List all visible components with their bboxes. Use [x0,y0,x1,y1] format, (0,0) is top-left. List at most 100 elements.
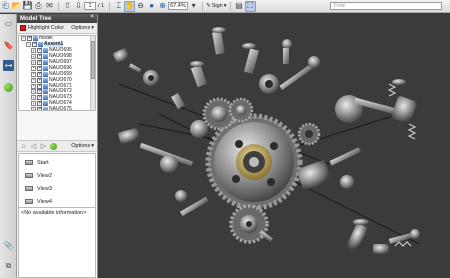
views-toolbar: ⌂ ◁ ▷ Options ▾ [17,140,97,152]
tree-scroll-thumb[interactable] [91,41,95,79]
part-icon [43,95,48,101]
expand-toggle-icon[interactable]: + [31,54,36,60]
highlight-color-swatch[interactable] [20,25,26,31]
view-item[interactable]: Start [19,156,95,169]
visibility-checkbox[interactable] [37,106,43,110]
view-label: Start [37,159,49,166]
select-tool-icon[interactable]: ⌶ [113,1,124,12]
tree-row[interactable]: + NAUO675 [19,106,95,111]
expand-toggle-icon[interactable]: + [31,60,36,65]
save-icon[interactable]: 💾 [22,1,33,12]
expand-toggle-icon[interactable]: − [21,36,26,42]
part-icon [43,60,48,65]
engine-model-render [113,27,420,254]
panel-title-bar: Model Tree × [17,14,97,23]
close-icon[interactable]: × [90,14,94,20]
expand-toggle-icon[interactable]: + [31,83,36,89]
separator [109,1,111,11]
part-icon [43,101,48,107]
page-total: / 1 [98,3,105,9]
zoom-in-icon[interactable]: ⊕ [157,1,168,12]
expand-toggle-icon[interactable]: + [31,89,36,95]
view-icon [25,160,33,165]
lower-right-valves [346,219,420,254]
find-input[interactable]: Find [330,2,442,10]
tree-options-label: Options [71,25,91,31]
part-icon [43,65,48,71]
layers-icon[interactable]: ⧉ [3,260,14,271]
attachment-icon[interactable]: 📎 [3,240,14,251]
view-icon [25,199,33,204]
views-options-menu[interactable]: Options ▾ [71,143,94,149]
views-options-label: Options [71,143,91,149]
expand-toggle-icon[interactable]: + [31,107,36,110]
view-label: View3 [37,185,52,192]
view-nav-icon[interactable]: ⌂ [20,143,27,150]
tree-node-label: NAUO675 [49,106,72,111]
sign-menu[interactable]: ✎ Sign ▾ [206,3,226,9]
highlight-color-label[interactable]: Highlight Color [28,25,64,31]
zoom-dropdown-icon[interactable]: ▾ [188,1,199,12]
print-icon[interactable]: ⎙ [33,1,44,12]
expand-toggle-icon[interactable]: − [26,42,31,48]
expand-toggle-icon[interactable]: + [31,101,36,107]
tree-scrollbar[interactable] [90,36,95,110]
visibility-checkbox[interactable] [27,36,33,42]
info-text: <No available information> [21,210,87,216]
comment-icon[interactable] [3,82,14,93]
model-tree: −model−Assem1+NAUO695+NAUO698+NAUO697+NA… [18,35,96,111]
separator [202,1,204,11]
full-screen-icon[interactable]: ⛶ [244,0,256,12]
valve-towers [190,27,259,88]
panel-title: Model Tree [20,15,52,22]
separator [229,1,231,11]
pages-icon[interactable]: ▭ [3,18,14,29]
zoom-out-icon[interactable]: ⊖ [135,1,146,12]
page-number-input[interactable]: 1 [84,2,96,10]
part-icon [43,48,48,54]
view-label: View4 [37,198,52,205]
tree-options-menu[interactable]: Options ▾ [71,25,94,31]
fit-page-icon[interactable]: ▤ [234,1,245,12]
part-icon [43,71,48,77]
part-icon [43,77,48,83]
small-top-parts [171,39,292,110]
lower-gear [229,204,273,244]
zoom-out-circle-icon[interactable]: ● [146,1,157,12]
view-item[interactable]: View3 [19,182,95,195]
page-up-icon[interactable]: ⇧ [62,1,73,12]
create-icon[interactable]: ⎗ [0,1,11,12]
expand-toggle-icon[interactable]: + [31,95,36,101]
separator [58,1,59,11]
view-item[interactable]: View2 [19,169,95,182]
visibility-checkbox[interactable] [32,41,38,48]
navigation-rail: ▭ 🔖 ⊶ 📎 ⧉ [0,14,17,278]
part-icon [43,83,48,89]
page-down-icon[interactable]: ⇩ [73,1,84,12]
bookmarks-icon[interactable]: 🔖 [3,40,14,51]
part-icon [43,89,48,95]
3d-canvas[interactable] [99,14,450,278]
expand-toggle-icon[interactable]: + [31,71,36,77]
expand-toggle-icon[interactable]: + [31,65,36,71]
hand-tool-icon[interactable]: ✋ [124,0,136,12]
view-next-icon[interactable]: ▷ [40,143,47,150]
model-tree-panel: Model Tree × Highlight Color Options ▾ −… [17,14,98,278]
view-play-icon[interactable] [50,142,57,150]
view-icon [25,173,33,178]
info-panel: <No available information> [18,207,96,278]
zoom-level-input[interactable]: 67.4% [168,2,189,10]
view-prev-icon[interactable]: ◁ [30,143,37,150]
lower-left-assembly [118,128,209,217]
view-icon [25,186,33,191]
part-icon [43,54,48,60]
expand-toggle-icon[interactable]: + [31,48,36,54]
email-icon[interactable]: ✉ [44,1,55,12]
model-tree-icon[interactable]: ⊶ [3,60,14,71]
expand-toggle-icon[interactable]: + [31,77,36,83]
tree-rows: −model−Assem1+NAUO695+NAUO698+NAUO697+NA… [19,36,95,111]
open-folder-icon[interactable]: 📂 [11,1,22,12]
right-block [296,147,361,190]
main-toolbar: ⎗ 📂 💾 ⎙ ✉ ⇧ ⇩ 1 / 1 ⌶ ✋ ⊖ ● ⊕ 67.4% ▾ ✎ … [0,0,450,13]
piston-upper-left [113,48,159,86]
